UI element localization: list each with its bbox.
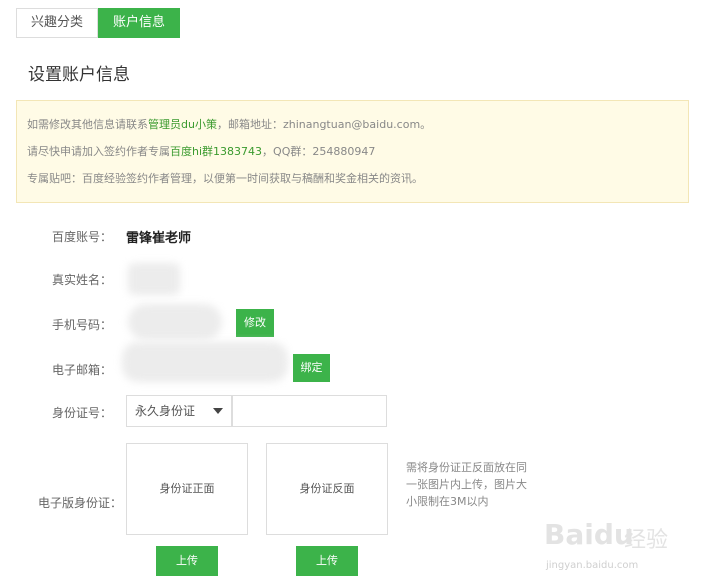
- account-label: 百度账号：: [51, 230, 112, 244]
- page-title: 设置账户信息: [28, 65, 130, 85]
- notice-box: 如需修改其他信息请联系管理员du小策，邮箱地址：zhinangtuan@baid…: [16, 100, 689, 203]
- eid-label: 电子版身份证：: [37, 496, 122, 510]
- idcard-type-value: 永久身份证: [135, 404, 196, 418]
- tab-account-info[interactable]: 账户信息: [98, 8, 181, 38]
- realname-redacted: [128, 263, 180, 295]
- chevron-down-icon: [213, 408, 223, 414]
- idcard-number-input[interactable]: [232, 395, 387, 427]
- admin-link[interactable]: 管理员du小策: [148, 118, 217, 131]
- hi-group-link[interactable]: 百度hi群1383743: [170, 145, 262, 158]
- id-back-upload-area[interactable]: 身份证反面: [266, 443, 388, 535]
- phone-redacted: [128, 304, 222, 340]
- phone-label: 手机号码：: [51, 318, 112, 332]
- realname-label: 真实姓名：: [51, 273, 112, 287]
- notice-line-contact: 如需修改其他信息请联系管理员du小策，邮箱地址：zhinangtuan@baid…: [27, 118, 432, 131]
- notice-line-group: 请尽快申请加入签约作者专属百度hi群1383743，QQ群：254880947: [27, 145, 376, 158]
- tab-bar: 兴趣分类 账户信息: [16, 8, 181, 38]
- notice-line-tieba: 专属贴吧：百度经验签约作者管理，以便第一时间获取与稿酬和奖金相关的资讯。: [27, 172, 423, 185]
- bind-email-button[interactable]: 绑定: [293, 354, 330, 382]
- email-redacted: [122, 342, 288, 382]
- idcard-type-select[interactable]: 永久身份证: [126, 395, 232, 427]
- tab-interest-category[interactable]: 兴趣分类: [16, 8, 99, 38]
- baidu-logo: Baidu: [544, 518, 634, 551]
- watermark-jingyan-text: 经验: [624, 528, 669, 553]
- baidu-jingyan-watermark: Baidu 经验 jingyan.baidu.com: [536, 510, 686, 580]
- email-label: 电子邮箱：: [51, 363, 112, 377]
- id-front-label: 身份证正面: [159, 482, 215, 495]
- account-value: 雷锋崔老师: [126, 231, 192, 246]
- id-back-label: 身份证反面: [299, 482, 355, 495]
- watermark-url: jingyan.baidu.com: [546, 560, 639, 571]
- upload-back-button[interactable]: 上传: [296, 546, 358, 576]
- idcard-label: 身份证号：: [51, 406, 112, 420]
- upload-hint: 需将身份证正反面放在同一张图片内上传，图片大小限制在3M以内: [406, 461, 527, 508]
- edit-phone-button[interactable]: 修改: [236, 309, 274, 337]
- upload-front-button[interactable]: 上传: [156, 546, 218, 576]
- id-front-upload-area[interactable]: 身份证正面: [126, 443, 248, 535]
